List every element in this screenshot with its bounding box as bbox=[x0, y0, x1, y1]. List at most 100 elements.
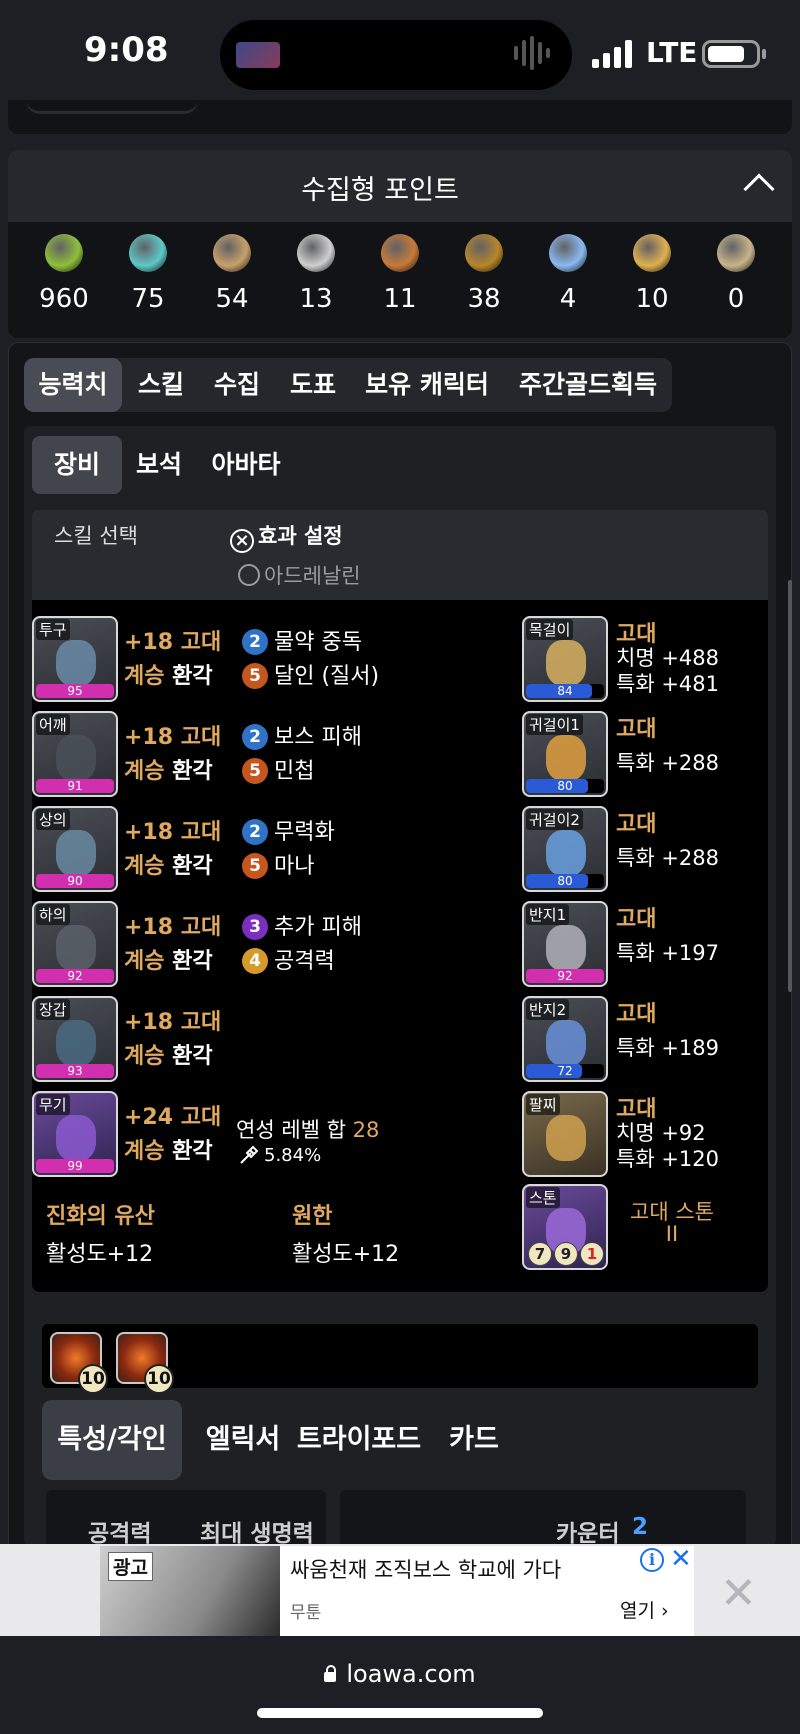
accessory-art bbox=[546, 1115, 586, 1161]
accessory-tier: 고대 bbox=[616, 717, 657, 742]
ad-headline[interactable]: 싸움천재 조직보스 학교에 가다 bbox=[290, 1554, 561, 1584]
gear-slot[interactable]: 투구 95 bbox=[32, 616, 118, 702]
ad-info-icon[interactable]: i bbox=[640, 1548, 664, 1572]
adrenaline-label: 아드레날린 bbox=[264, 564, 361, 588]
engraving-effect: 3 추가 피해 bbox=[242, 909, 362, 941]
audio-wave-icon bbox=[514, 46, 518, 60]
stone-slot[interactable]: 스톤 7 9 1 bbox=[522, 1184, 608, 1270]
tab-collect[interactable]: 수집 bbox=[202, 358, 272, 412]
legacy-value-2: 활성도+12 bbox=[292, 1242, 400, 1267]
ad-open-button[interactable]: 열기 › bbox=[620, 1596, 669, 1623]
refine-percent-row: 5.84% bbox=[238, 1144, 321, 1166]
collect-item: 10 bbox=[612, 234, 692, 314]
scrollbar[interactable] bbox=[788, 580, 792, 992]
collect-item: 11 bbox=[360, 234, 440, 314]
url-text: loawa.com bbox=[346, 1660, 476, 1688]
tab-chart[interactable]: 도표 bbox=[278, 358, 348, 412]
tab-engraving[interactable]: 특성/각인 bbox=[42, 1400, 182, 1480]
adrenaline-option[interactable]: 아드레날린 bbox=[238, 560, 361, 590]
succession-label: 계승 bbox=[124, 664, 165, 689]
stat-attack-label: 공격력 bbox=[88, 1521, 152, 1547]
gear-art bbox=[56, 735, 96, 781]
network-type: LTE bbox=[646, 36, 698, 69]
collect-icon bbox=[129, 234, 167, 272]
gear-tier: +18 고대 bbox=[124, 1010, 222, 1035]
gear-slot[interactable]: 장갑 93 bbox=[32, 996, 118, 1082]
gear-tier: +18 고대 bbox=[124, 820, 222, 845]
slot-tag: 하의 bbox=[36, 904, 70, 925]
media-thumbnail bbox=[236, 42, 280, 68]
accessory-stat: 특화 +481 bbox=[616, 672, 719, 696]
tab-avatar[interactable]: 아바타 bbox=[206, 436, 286, 494]
succession-label: 계승 bbox=[124, 1139, 165, 1164]
collect-value: 54 bbox=[215, 284, 249, 314]
collect-icon bbox=[633, 234, 671, 272]
gear-slot[interactable]: 어깨 91 bbox=[32, 711, 118, 797]
close-circle-icon: × bbox=[230, 529, 254, 553]
slot-tag: 목걸이 bbox=[526, 619, 574, 640]
refine-label: 연성 레벨 합 bbox=[236, 1118, 346, 1142]
tab-elixir[interactable]: 엘릭서 bbox=[188, 1400, 298, 1480]
gear-slot[interactable]: 무기 99 bbox=[32, 1091, 118, 1177]
collect-icon bbox=[381, 234, 419, 272]
accessory-slot[interactable]: 반지2 72 bbox=[522, 996, 608, 1082]
gear-set: 계승 환각 bbox=[124, 1133, 213, 1165]
refine-percent: 5.84% bbox=[264, 1145, 322, 1166]
set-name: 환각 bbox=[172, 854, 213, 879]
quality-value: 80 bbox=[557, 874, 573, 888]
quality-value: 92 bbox=[557, 969, 573, 983]
tab-skill[interactable]: 스킬 bbox=[126, 358, 196, 412]
quality-value: 99 bbox=[67, 1159, 83, 1173]
ad-close-icon[interactable]: ✕ bbox=[720, 1568, 757, 1619]
gear-set: 계승 환각 bbox=[124, 848, 213, 880]
quality-bar: 80 bbox=[526, 779, 604, 793]
ad-x-icon[interactable]: ✕ bbox=[670, 1544, 692, 1574]
url-display[interactable]: loawa.com bbox=[0, 1660, 800, 1688]
succession-label: 계승 bbox=[124, 1044, 165, 1069]
tab-tripod[interactable]: 트라이포드 bbox=[294, 1400, 424, 1480]
accessory-slot[interactable]: 귀걸이1 80 bbox=[522, 711, 608, 797]
slot-tag: 상의 bbox=[36, 809, 70, 830]
slot-tag: 어깨 bbox=[36, 714, 70, 735]
stone-level-3: 1 bbox=[580, 1242, 604, 1266]
effect-name: 민첩 bbox=[274, 759, 315, 784]
accessory-slot[interactable]: 반지1 92 bbox=[522, 901, 608, 987]
accessory-slot[interactable]: 귀걸이2 80 bbox=[522, 806, 608, 892]
effect-level-badge: 5 bbox=[242, 853, 268, 879]
gear-slot[interactable]: 상의 90 bbox=[32, 806, 118, 892]
tab-characters[interactable]: 보유 캐릭터 bbox=[356, 358, 498, 412]
gem-item[interactable]: 10 bbox=[116, 1332, 176, 1394]
gear-slot[interactable]: 하의 92 bbox=[32, 901, 118, 987]
gem-item[interactable]: 10 bbox=[50, 1332, 110, 1394]
tab-card[interactable]: 카드 bbox=[434, 1400, 514, 1480]
succession-label: 계승 bbox=[124, 949, 165, 974]
quality-bar: 92 bbox=[36, 969, 114, 983]
gem-level: 10 bbox=[78, 1364, 108, 1394]
signal-icon bbox=[592, 40, 634, 68]
quality-bar: 90 bbox=[36, 874, 114, 888]
ad-source: 무툰 bbox=[290, 1603, 322, 1623]
collect-icon bbox=[717, 234, 755, 272]
collect-icon bbox=[45, 234, 83, 272]
effect-name: 달인 (질서) bbox=[274, 664, 380, 689]
tab-weekly-gold[interactable]: 주간골드획득 bbox=[506, 358, 670, 412]
home-indicator[interactable] bbox=[257, 1708, 543, 1718]
gear-art bbox=[56, 640, 96, 686]
tab-equipment[interactable]: 장비 bbox=[32, 436, 122, 494]
tab-gems[interactable]: 보석 bbox=[128, 436, 190, 494]
collect-item: 960 bbox=[24, 234, 104, 314]
collect-icon bbox=[213, 234, 251, 272]
tab-stats[interactable]: 능력치 bbox=[24, 358, 122, 412]
engraving-effect: 5 민첩 bbox=[242, 753, 314, 785]
quality-bar: 95 bbox=[36, 684, 114, 698]
accessory-slot[interactable]: 목걸이 84 bbox=[522, 616, 608, 702]
effect-level-badge: 5 bbox=[242, 663, 268, 689]
effect-setting-option[interactable]: × 효과 설정 bbox=[230, 520, 343, 553]
accessory-slot[interactable]: 팔찌 bbox=[522, 1091, 608, 1177]
gear-art bbox=[56, 1115, 96, 1161]
gear-set: 계승 환각 bbox=[124, 658, 213, 690]
quality-value: 95 bbox=[67, 684, 83, 698]
gem-level: 10 bbox=[144, 1364, 174, 1394]
accessory-art bbox=[546, 735, 586, 781]
effect-setting-label: 효과 설정 bbox=[258, 524, 343, 548]
